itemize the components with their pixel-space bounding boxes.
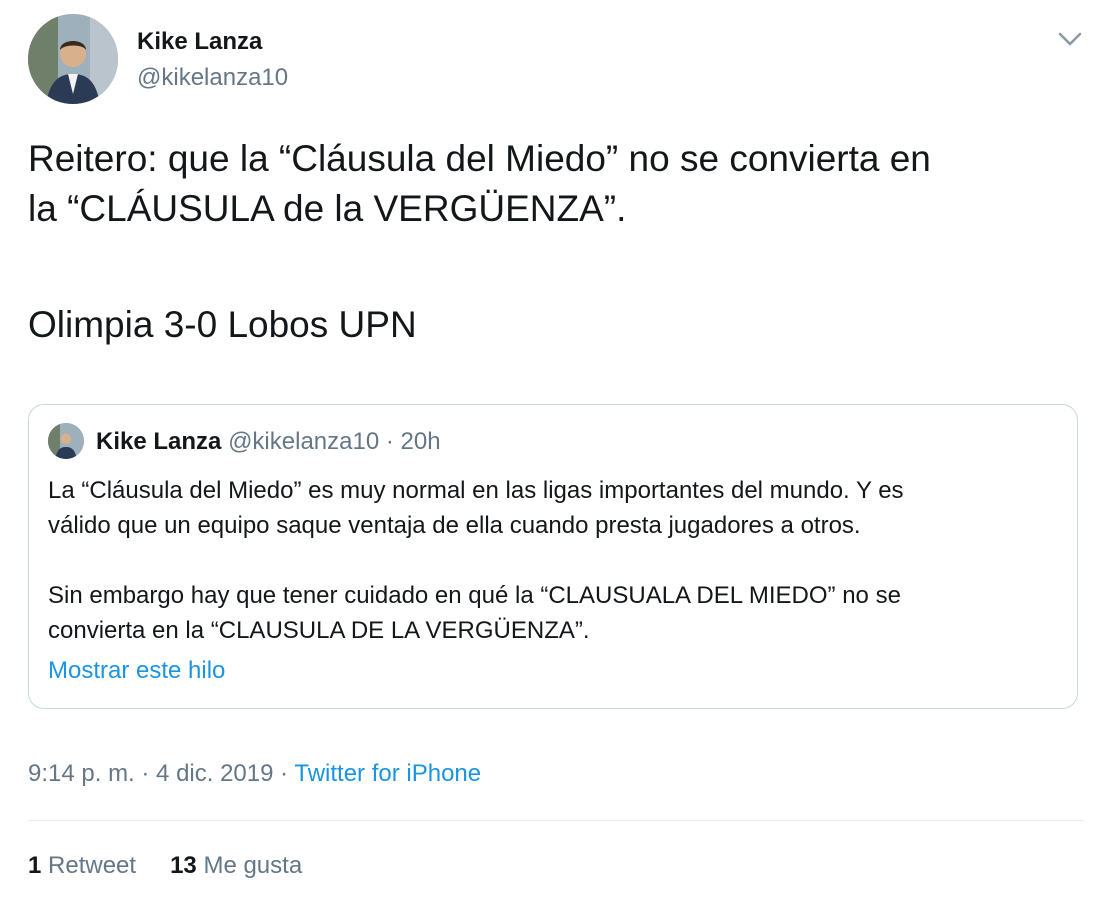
quoted-tweet-text: La “Cláusula del Miedo” es muy normal en… (48, 473, 1058, 648)
likes-label: Me gusta (203, 852, 303, 879)
retweets-label: Retweet (48, 852, 137, 879)
quoted-text-line: convierta en la “CLAUSULA DE LA VERGÜENZ… (48, 617, 590, 644)
quoted-author-name: Kike Lanza (96, 428, 222, 455)
quoted-tweet-card[interactable]: Kike Lanza @kikelanza10 · 20h La “Cláusu… (28, 404, 1078, 709)
author-name[interactable]: Kike Lanza (137, 28, 262, 56)
retweets-count: 1 (28, 852, 42, 879)
quoted-author-handle-time: @kikelanza10 · 20h (228, 428, 441, 455)
avatar-photo-icon (48, 423, 84, 459)
author-avatar[interactable] (28, 14, 118, 104)
tweet-text: Reitero: que la “Cláusula del Miedo” no … (28, 134, 1088, 234)
tweet-score-line: Olimpia 3-0 Lobos UPN (28, 304, 417, 345)
tweet-text-line: la “CLÁUSULA de la VERGÜENZA”. (28, 188, 627, 229)
chevron-down-icon[interactable] (1056, 28, 1084, 50)
tweet-stats: 1 Retweet 13 Me gusta (28, 852, 302, 880)
author-handle[interactable]: @kikelanza10 (137, 64, 288, 92)
quoted-text-line: Sin embargo hay que tener cuidado en qué… (48, 582, 901, 609)
quoted-tweet-header: Kike Lanza @kikelanza10 · 20h (96, 428, 441, 456)
divider (28, 820, 1084, 821)
quoted-text-line: La “Cláusula del Miedo” es muy normal en… (48, 477, 904, 504)
avatar-photo-icon (28, 14, 118, 104)
likes-count: 13 (170, 852, 197, 879)
quoted-author-avatar (48, 423, 84, 459)
tweet-source-link[interactable]: Twitter for iPhone (294, 760, 481, 787)
tweet-timestamp[interactable]: 9:14 p. m. · 4 dic. 2019 · (28, 760, 294, 787)
retweets-stat[interactable]: 1 Retweet (28, 852, 136, 880)
tweet-text-line: Reitero: que la “Cláusula del Miedo” no … (28, 138, 931, 179)
show-thread-link[interactable]: Mostrar este hilo (48, 657, 225, 685)
likes-stat[interactable]: 13 Me gusta (170, 852, 302, 880)
quoted-text-line: válido que un equipo saque ventaja de el… (48, 512, 861, 539)
tweet-timestamp-line: 9:14 p. m. · 4 dic. 2019 · Twitter for i… (28, 760, 481, 788)
